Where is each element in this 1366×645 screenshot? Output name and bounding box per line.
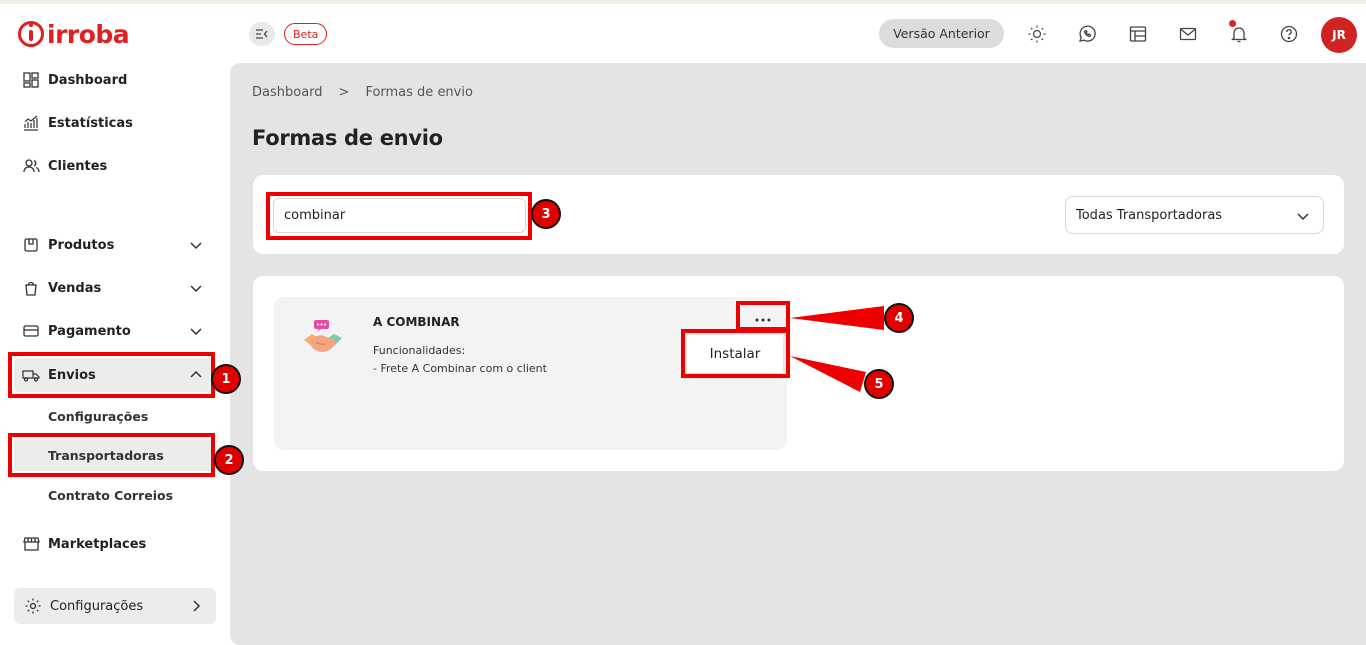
sidebar-item-marketplaces[interactable]: Marketplaces — [14, 527, 214, 561]
badge-number: 1 — [221, 371, 231, 387]
collapse-sidebar-button[interactable] — [249, 22, 275, 46]
step-badge-1: 1 — [211, 364, 241, 394]
sidebar-item-label: Pagamento — [48, 323, 131, 339]
highlight-envios — [8, 352, 215, 398]
step-badge-2: 2 — [214, 445, 244, 475]
chevron-down-icon — [190, 285, 202, 293]
avatar-initials: JR — [1332, 28, 1346, 42]
help-icon — [1280, 25, 1298, 43]
collapse-icon — [256, 29, 268, 39]
sidebar-subitem-configuracoes[interactable]: Configurações — [14, 400, 214, 432]
shipping-method-feature: - Frete A Combinar com o client — [373, 362, 547, 375]
chevron-right-icon — [193, 600, 201, 612]
sidebar-item-label: Clientes — [48, 158, 108, 174]
carrier-select-value: Todas Transportadoras — [1076, 207, 1223, 223]
highlight-transportadoras — [8, 433, 215, 477]
sidebar-subitem-label: Contrato Correios — [48, 487, 174, 503]
sidebar-item-clientes[interactable]: Clientes — [14, 149, 214, 183]
breadcrumb-separator: > — [338, 85, 350, 100]
beta-label: Beta — [293, 27, 319, 41]
sidebar-item-label: Dashboard — [48, 72, 128, 88]
sidebar-bottom-label: Configurações — [50, 598, 144, 614]
store-icon — [22, 535, 40, 553]
sidebar-item-vendas[interactable]: Vendas — [14, 271, 214, 305]
top-border — [0, 0, 1366, 4]
layout-icon — [1129, 26, 1147, 42]
sidebar-item-label: Marketplaces — [48, 536, 147, 552]
box-icon — [22, 236, 40, 254]
sidebar-subitem-label: Configurações — [48, 408, 149, 424]
bell-icon — [1230, 27, 1248, 43]
layout-button[interactable] — [1126, 22, 1150, 46]
badge-number: 2 — [224, 452, 234, 468]
badge-number: 3 — [541, 206, 551, 222]
whatsapp-icon — [1079, 25, 1096, 42]
carrier-select[interactable]: Todas Transportadoras — [1065, 196, 1324, 234]
sun-icon — [1028, 25, 1046, 43]
help-button[interactable] — [1277, 22, 1301, 46]
irroba-logo[interactable]: irroba — [18, 18, 130, 50]
shipping-method-title: A COMBINAR — [373, 315, 460, 329]
sidebar-item-pagamento[interactable]: Pagamento — [14, 314, 214, 348]
bag-icon — [22, 279, 40, 297]
step-badge-4: 4 — [884, 303, 914, 333]
whatsapp-button[interactable] — [1075, 22, 1099, 46]
users-icon — [22, 157, 40, 175]
beta-badge: Beta — [284, 23, 328, 45]
card-icon — [22, 322, 40, 340]
badge-number: 5 — [874, 376, 884, 392]
sidebar-item-estatisticas[interactable]: Estatísticas — [14, 106, 214, 140]
notification-dot — [1229, 20, 1236, 27]
previous-version-button[interactable]: Versão Anterior — [879, 19, 1004, 48]
sidebar-item-dashboard[interactable]: Dashboard — [14, 63, 214, 97]
page-title: Formas de envio — [252, 126, 443, 150]
logo-icon — [18, 21, 44, 47]
sidebar-item-produtos[interactable]: Produtos — [14, 228, 214, 262]
settings-icon — [25, 598, 41, 614]
highlight-search — [266, 192, 532, 240]
theme-toggle-button[interactable] — [1025, 22, 1049, 46]
chart-icon — [22, 114, 40, 132]
shipping-method-features-label: Funcionalidades: — [373, 344, 466, 357]
user-avatar[interactable]: JR — [1321, 17, 1357, 53]
mail-icon — [1179, 27, 1197, 41]
step-badge-5: 5 — [864, 369, 894, 399]
logo-text: irroba — [47, 19, 130, 49]
step-badge-3: 3 — [531, 199, 561, 229]
highlight-install — [681, 329, 790, 378]
previous-version-label: Versão Anterior — [893, 26, 990, 41]
sidebar-subitem-contrato-correios[interactable]: Contrato Correios — [14, 479, 214, 511]
messages-button[interactable] — [1176, 22, 1200, 46]
sidebar-item-label: Estatísticas — [48, 115, 133, 131]
breadcrumb-current: Formas de envio — [365, 85, 473, 100]
sidebar-item-label: Produtos — [48, 237, 115, 253]
highlight-more-options — [736, 301, 790, 331]
breadcrumb-dashboard-link[interactable]: Dashboard — [252, 85, 323, 100]
chevron-down-icon — [190, 242, 202, 250]
sidebar-configuracoes-button[interactable]: Configurações — [14, 588, 216, 624]
chevron-down-icon — [190, 328, 202, 336]
chevron-down-icon — [1297, 213, 1309, 221]
badge-number: 4 — [894, 310, 904, 326]
handshake-chat-icon — [302, 318, 346, 362]
dashboard-icon — [22, 71, 40, 89]
sidebar-item-label: Vendas — [48, 280, 102, 296]
breadcrumb: Dashboard > Formas de envio — [252, 85, 473, 100]
